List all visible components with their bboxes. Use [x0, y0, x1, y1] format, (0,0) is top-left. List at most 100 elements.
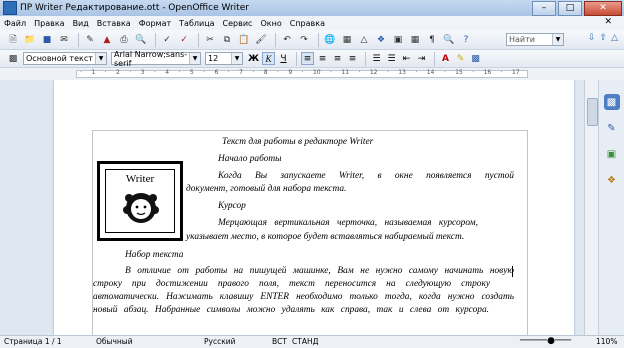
- undo-icon[interactable]: ↶: [280, 33, 294, 47]
- writer-logo-image[interactable]: Writer: [97, 161, 183, 241]
- chevron-down-icon[interactable]: ▼: [95, 53, 106, 64]
- chevron-down-icon[interactable]: ▼: [231, 53, 242, 64]
- menu-help[interactable]: Справка: [290, 19, 325, 28]
- menu-insert[interactable]: Вставка: [97, 19, 131, 28]
- help-icon[interactable]: ?: [459, 33, 473, 47]
- doc-line: В отличие от работы на пишущей машинке, …: [125, 266, 514, 276]
- styles-icon[interactable]: ✎: [604, 120, 620, 136]
- navigator-icon[interactable]: ❖: [374, 33, 388, 47]
- bullets-icon[interactable]: ☰: [385, 52, 398, 65]
- styles-formatting-icon[interactable]: ▩: [6, 52, 20, 66]
- right-sidebar: ▩ ✎ ▣ ❖: [598, 80, 624, 335]
- pdf-export-icon[interactable]: ▲: [100, 33, 114, 47]
- underline-button[interactable]: Ч: [277, 52, 290, 65]
- menu-file[interactable]: Файл: [4, 19, 26, 28]
- close-button[interactable]: ✕: [584, 1, 622, 16]
- datasources-icon[interactable]: ▦: [408, 33, 422, 47]
- hyperlink-icon[interactable]: 🌐: [323, 33, 337, 47]
- vertical-scrollbar[interactable]: [584, 80, 599, 335]
- heading-cursor: Курсор: [218, 201, 246, 211]
- spellcheck-icon[interactable]: ✓: [160, 33, 174, 47]
- gallery-icon[interactable]: ▣: [391, 33, 405, 47]
- doc-title-line: Текст для работы в редакторе Writer: [222, 137, 374, 147]
- open-folder-icon[interactable]: 📁: [23, 33, 37, 47]
- decrease-indent-icon[interactable]: ⇤: [400, 52, 413, 65]
- italic-button[interactable]: К: [262, 52, 275, 65]
- zoom-icon[interactable]: 🔍: [442, 33, 456, 47]
- align-right-icon[interactable]: ≡: [331, 52, 344, 65]
- increase-indent-icon[interactable]: ⇥: [415, 52, 428, 65]
- paste-icon[interactable]: 📋: [237, 33, 251, 47]
- draw-functions-icon[interactable]: △: [357, 33, 371, 47]
- font-size-select[interactable]: 12 ▼: [205, 52, 243, 65]
- menu-bar: Файл Правка Вид Вставка Формат Таблица С…: [0, 16, 624, 30]
- logo-caption: Writer: [125, 173, 155, 185]
- menu-tools[interactable]: Сервис: [223, 19, 253, 28]
- insert-mode[interactable]: ВСТ: [272, 337, 287, 346]
- background-color-icon[interactable]: ▩: [469, 52, 482, 65]
- formatting-toolbar: ▩ Основной текст ▼ Arial Narrow;sans-ser…: [0, 50, 624, 68]
- doc-line: документ, готовый для набора текста.: [186, 184, 347, 194]
- zoom-slider[interactable]: ─────●───: [520, 336, 571, 346]
- search-placeholder: Найти: [509, 35, 535, 44]
- numbering-icon[interactable]: ☰: [370, 52, 383, 65]
- gallery-icon[interactable]: ▣: [604, 146, 620, 162]
- page-indicator[interactable]: Страница 1 / 1: [4, 337, 62, 346]
- save-icon[interactable]: ■: [40, 33, 54, 47]
- doc-line: новый абзац. Набранные символы можно уда…: [93, 305, 489, 315]
- properties-icon[interactable]: ▩: [603, 94, 620, 110]
- menu-window[interactable]: Окно: [260, 19, 281, 28]
- paragraph-style-select[interactable]: Основной текст ▼: [23, 52, 107, 65]
- title-bar: ПР Writer Редактирование.ott - OpenOffic…: [0, 0, 624, 16]
- scroll-thumb[interactable]: [587, 98, 598, 126]
- find-replace-icon[interactable]: △: [611, 33, 618, 43]
- find-next-icon[interactable]: ⇩: [588, 33, 596, 43]
- menu-table[interactable]: Таблица: [179, 19, 214, 28]
- nonprinting-chars-icon[interactable]: ¶: [425, 33, 439, 47]
- highlight-icon[interactable]: ✎: [454, 52, 467, 65]
- zoom-level[interactable]: 110%: [596, 337, 617, 346]
- menu-format[interactable]: Формат: [139, 19, 171, 28]
- menu-edit[interactable]: Правка: [34, 19, 64, 28]
- cut-icon[interactable]: ✂: [203, 33, 217, 47]
- language[interactable]: Русский: [204, 337, 236, 346]
- heading-typing: Набор текста: [125, 250, 184, 260]
- print-preview-icon[interactable]: 🔍: [134, 33, 148, 47]
- autospellcheck-icon[interactable]: ✓: [177, 33, 191, 47]
- standard-toolbar: 🗎 📁 ■ ✉ ✎ ▲ ⎙ 🔍 ✓ ✓ ✂ ⧉ 📋 🖌 ↶ ↷ 🌐 ▦ △ ❖ …: [0, 30, 624, 50]
- search-input[interactable]: Найти ▼: [506, 33, 564, 46]
- font-name-select[interactable]: Arial Narrow;sans-serif ▼: [111, 49, 201, 68]
- bold-button[interactable]: Ж: [247, 52, 260, 65]
- font-name-value: Arial Narrow;sans-serif: [114, 49, 188, 68]
- email-icon[interactable]: ✉: [57, 33, 71, 47]
- align-justify-icon[interactable]: ≡: [346, 52, 359, 65]
- print-icon[interactable]: ⎙: [117, 33, 131, 47]
- new-document-icon[interactable]: 🗎: [6, 33, 20, 47]
- copy-icon[interactable]: ⧉: [220, 33, 234, 47]
- window-title: ПР Writer Редактирование.ott - OpenOffic…: [20, 3, 249, 13]
- app-icon: [3, 1, 17, 15]
- maximize-button[interactable]: □: [558, 1, 582, 16]
- minimize-button[interactable]: –: [532, 1, 556, 16]
- doc-line: Когда Вы запускаете Writer, в окне появл…: [218, 171, 514, 181]
- text-cursor: [512, 266, 513, 277]
- navigator-icon[interactable]: ❖: [604, 172, 620, 188]
- align-center-icon[interactable]: ≡: [316, 52, 329, 65]
- close-document-icon[interactable]: ✕: [604, 17, 612, 27]
- page-style[interactable]: Обычный: [96, 337, 133, 346]
- menu-view[interactable]: Вид: [73, 19, 89, 28]
- format-paintbrush-icon[interactable]: 🖌: [254, 33, 268, 47]
- redo-icon[interactable]: ↷: [297, 33, 311, 47]
- doc-line: строку при достижении правого поля, текс…: [93, 279, 490, 289]
- doc-line: Мерцающая вертикальная черточка, называе…: [218, 218, 478, 228]
- table-icon[interactable]: ▦: [340, 33, 354, 47]
- chevron-down-icon[interactable]: ▼: [552, 34, 563, 45]
- font-size-value: 12: [208, 54, 219, 63]
- align-left-icon[interactable]: ≡: [301, 52, 314, 65]
- selection-mode[interactable]: СТАНД: [292, 337, 318, 346]
- font-color-icon[interactable]: A: [439, 52, 452, 65]
- find-prev-icon[interactable]: ⇧: [600, 33, 608, 43]
- chevron-down-icon[interactable]: ▼: [189, 53, 200, 64]
- status-bar: Страница 1 / 1 Обычный Русский ВСТ СТАНД…: [0, 335, 624, 348]
- edit-mode-icon[interactable]: ✎: [83, 33, 97, 47]
